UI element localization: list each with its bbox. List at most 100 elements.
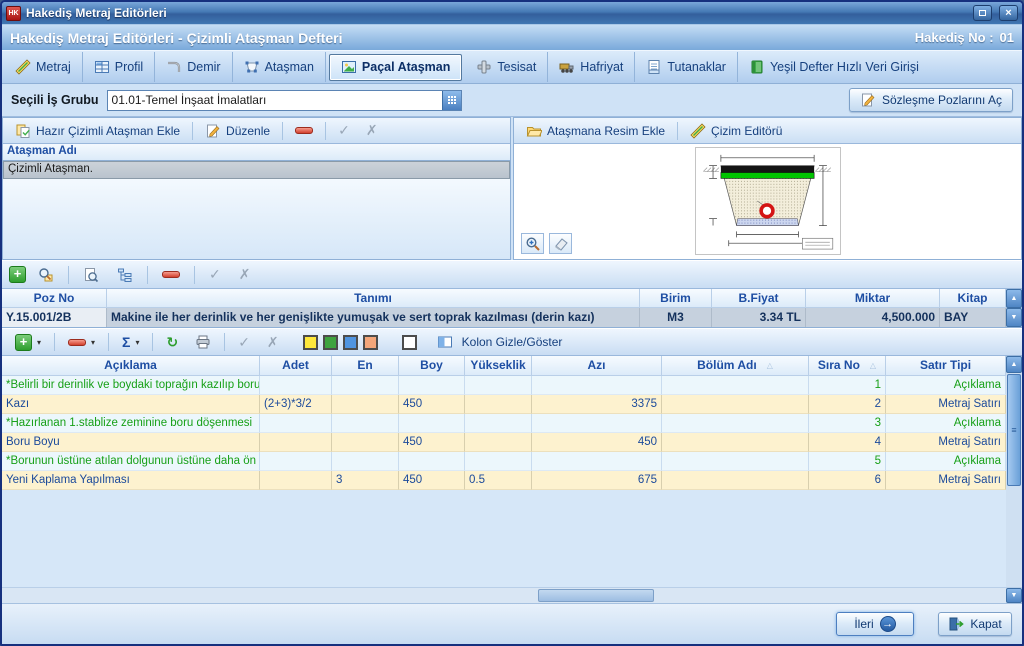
- cell-bolum[interactable]: [662, 414, 809, 433]
- delete-poz-button[interactable]: [156, 269, 186, 280]
- close-form-button[interactable]: Kapat: [938, 612, 1012, 636]
- attachment-list-item[interactable]: Çizimli Ataşman.: [3, 161, 510, 179]
- column-toggle-button[interactable]: Kolon Gizle/Göster: [462, 335, 563, 349]
- poz-row[interactable]: Y.15.001/2B Makine ile her derinlik ve h…: [2, 308, 1006, 327]
- print-button[interactable]: [189, 332, 217, 352]
- eraser-button[interactable]: [549, 233, 572, 254]
- cell-sira-no[interactable]: 4: [809, 433, 886, 452]
- cell-aciklama[interactable]: *Belirli bir derinlik ve boydaki toprağı…: [2, 376, 260, 395]
- edit-attachment-button[interactable]: Düzenle: [199, 121, 276, 141]
- confirm-button[interactable]: ✓: [332, 120, 356, 141]
- cell-azi[interactable]: 3375: [532, 395, 662, 414]
- table-row[interactable]: *Hazırlanan 1.stablize zeminine boru döş…: [2, 414, 1006, 433]
- cell-aciklama[interactable]: Boru Boyu: [2, 433, 260, 452]
- cell-adet[interactable]: [260, 376, 332, 395]
- cell-aciklama[interactable]: *Borunun üstüne atılan dolgunun üstüne d…: [2, 452, 260, 471]
- cell-sira-no[interactable]: 1: [809, 376, 886, 395]
- add-poz-button[interactable]: +: [9, 266, 26, 283]
- color-swatch-orange[interactable]: [363, 335, 378, 350]
- col-header-yukseklik[interactable]: Yükseklik: [465, 356, 532, 375]
- cell-satir-tipi[interactable]: Açıklama: [886, 414, 1006, 433]
- horizontal-scrollbar[interactable]: ▼: [2, 587, 1022, 603]
- work-group-combo[interactable]: 01.01-Temel İnşaat İmalatları: [107, 90, 462, 111]
- tab-profil[interactable]: Profil: [83, 52, 155, 82]
- cell-yukseklik[interactable]: [465, 395, 532, 414]
- tab-pacal-atasman[interactable]: Paçal Ataşman: [329, 54, 462, 81]
- tab-demir[interactable]: Demir: [155, 52, 232, 82]
- cell-yukseklik[interactable]: [465, 376, 532, 395]
- cell-bolum[interactable]: [662, 376, 809, 395]
- tab-tutanaklar[interactable]: Tutanaklar: [635, 52, 738, 82]
- trench-section-drawing[interactable]: [695, 147, 841, 255]
- cell-adet[interactable]: [260, 471, 332, 490]
- cell-adet[interactable]: (2+3)*3/2: [260, 395, 332, 414]
- search-poz-button[interactable]: [32, 265, 60, 285]
- cell-bolum[interactable]: [662, 433, 809, 452]
- col-header-kitap[interactable]: Kitap: [940, 289, 1006, 307]
- cell-sira-no[interactable]: 5: [809, 452, 886, 471]
- sum-button[interactable]: Σ▾: [116, 332, 145, 352]
- cell-bfiyat[interactable]: 3.34 TL: [712, 308, 806, 327]
- cancel-row-button[interactable]: ✗: [261, 332, 285, 353]
- delete-attachment-button[interactable]: [289, 125, 319, 136]
- tab-tesisat[interactable]: Tesisat: [465, 52, 548, 82]
- zoom-button[interactable]: [521, 233, 544, 254]
- vertical-scrollbar[interactable]: ▲ ≡: [1006, 356, 1022, 587]
- cell-miktar[interactable]: 4,500.000: [806, 308, 940, 327]
- cancel-button[interactable]: ✗: [360, 120, 384, 141]
- cell-yukseklik[interactable]: [465, 452, 532, 471]
- confirm-poz-button[interactable]: ✓: [203, 264, 227, 285]
- open-contract-positions-button[interactable]: Sözleşme Pozlarını Aç: [849, 88, 1013, 112]
- cell-satir-tipi[interactable]: Açıklama: [886, 376, 1006, 395]
- cell-tanimi[interactable]: Makine ile her derinlik ve her genişlikt…: [107, 308, 640, 327]
- scrollbar-track[interactable]: [2, 588, 1006, 603]
- cell-en[interactable]: [332, 433, 399, 452]
- delete-row-button[interactable]: ▾: [62, 336, 101, 349]
- cell-poz-no[interactable]: Y.15.001/2B: [2, 308, 107, 327]
- close-button[interactable]: ×: [999, 5, 1018, 21]
- cell-aciklama[interactable]: *Hazırlanan 1.stablize zeminine boru döş…: [2, 414, 260, 433]
- confirm-row-button[interactable]: ✓: [232, 332, 256, 353]
- col-header-azi[interactable]: Azı: [532, 356, 662, 375]
- cell-azi[interactable]: [532, 376, 662, 395]
- color-swatch-green[interactable]: [323, 335, 338, 350]
- refresh-button[interactable]: ↻: [160, 332, 184, 353]
- drawing-editor-button[interactable]: Çizim Editörü: [684, 121, 788, 141]
- cell-satir-tipi[interactable]: Metraj Satırı: [886, 433, 1006, 452]
- cell-bolum[interactable]: [662, 395, 809, 414]
- cell-satir-tipi[interactable]: Açıklama: [886, 452, 1006, 471]
- cell-boy[interactable]: 450: [399, 433, 465, 452]
- cell-yukseklik[interactable]: [465, 414, 532, 433]
- tab-metraj[interactable]: Metraj: [4, 52, 83, 82]
- tree-view-button[interactable]: [111, 265, 139, 285]
- cell-yukseklik[interactable]: 0.5: [465, 471, 532, 490]
- table-row[interactable]: Kazı (2+3)*3/2 450 3375 2 Metraj Satırı: [2, 395, 1006, 414]
- col-header-sira-no[interactable]: Sıra No△: [809, 356, 886, 375]
- col-header-boy[interactable]: Boy: [399, 356, 465, 375]
- color-swatch-white[interactable]: [402, 335, 417, 350]
- cell-adet[interactable]: [260, 433, 332, 452]
- cell-azi[interactable]: 450: [532, 433, 662, 452]
- cell-sira-no[interactable]: 3: [809, 414, 886, 433]
- cell-en[interactable]: 3: [332, 471, 399, 490]
- cell-bolum[interactable]: [662, 471, 809, 490]
- cell-boy[interactable]: 450: [399, 395, 465, 414]
- add-image-button[interactable]: Ataşmana Resim Ekle: [520, 121, 671, 141]
- maximize-button[interactable]: [973, 5, 992, 21]
- scroll-up-button[interactable]: ▲: [1006, 289, 1022, 308]
- cell-boy[interactable]: [399, 452, 465, 471]
- col-header-poz-no[interactable]: Poz No: [2, 289, 107, 307]
- cell-birim[interactable]: M3: [640, 308, 712, 327]
- cell-azi[interactable]: 675: [532, 471, 662, 490]
- add-row-button[interactable]: +▾: [9, 332, 47, 353]
- cell-en[interactable]: [332, 395, 399, 414]
- scroll-up-button[interactable]: ▲: [1006, 356, 1022, 373]
- col-header-birim[interactable]: Birim: [640, 289, 712, 307]
- cell-adet[interactable]: [260, 452, 332, 471]
- col-header-bolum-adi[interactable]: Bölüm Adı△: [662, 356, 809, 375]
- col-header-adet[interactable]: Adet: [260, 356, 332, 375]
- scroll-down-button[interactable]: ▼: [1006, 588, 1022, 603]
- cell-azi[interactable]: [532, 414, 662, 433]
- tab-atasman[interactable]: Ataşman: [233, 52, 326, 82]
- preview-poz-button[interactable]: [77, 265, 105, 285]
